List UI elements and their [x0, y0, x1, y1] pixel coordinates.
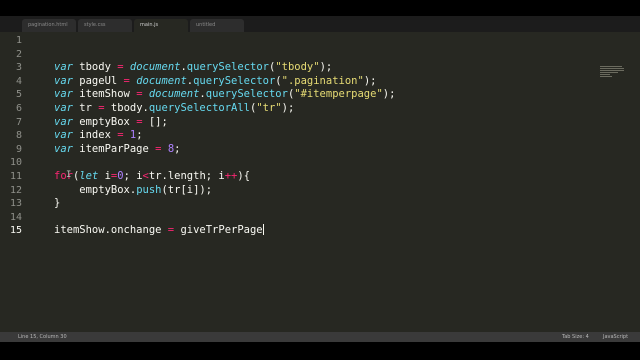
line-number-gutter: 1 2 3 4 5 6 7 8 9 10 11 12 13 14 15: [0, 32, 40, 332]
code-line-13[interactable]: }: [54, 197, 60, 211]
cursor-position: Line 15, Column 30: [18, 334, 67, 340]
line-number: 7: [15, 116, 22, 128]
line-number: 4: [15, 75, 22, 87]
code-line-9[interactable]: var itemParPage = 8;: [54, 143, 180, 157]
line-number: 1: [15, 35, 22, 46]
paren: );: [382, 88, 396, 101]
keyword-var: var: [54, 61, 73, 74]
top-letterbox: [0, 0, 640, 16]
ibeam-cursor-icon: I: [66, 170, 72, 180]
keyword-var: var: [54, 88, 73, 101]
line-number: 10: [9, 157, 22, 169]
code-line-12[interactable]: emptyBox.push(tr[i]);: [54, 184, 212, 198]
tab-untitled[interactable]: untitled: [190, 19, 244, 32]
line-number: 13: [9, 198, 22, 210]
code-text: ; i: [123, 170, 143, 182]
keyword-var: var: [54, 102, 73, 114]
code-line-15[interactable]: itemShow.onchange = giveTrPerPage: [54, 224, 264, 238]
string-literal: ".pagination": [281, 74, 364, 87]
semicolon: ;: [136, 129, 143, 142]
line-number: 11: [9, 171, 22, 182]
object-document: document: [129, 61, 181, 74]
object-document: document: [136, 74, 187, 87]
status-bar: Line 15, Column 30 Tab Size: 4 JavaScrip…: [0, 332, 640, 342]
object-document: document: [148, 88, 200, 101]
code-area[interactable]: var tbody = document.querySelector("tbod…: [54, 32, 580, 332]
string-literal: "#itemperpage": [294, 88, 383, 101]
keyword-var: var: [54, 142, 73, 155]
method-name: querySelector: [193, 74, 276, 87]
line-number: 14: [9, 211, 22, 223]
code-text: (tr[i]);: [161, 183, 213, 196]
code-line-8[interactable]: var index = 1;: [54, 129, 143, 143]
code-text: emptyBox.: [54, 183, 137, 196]
keyword-var: var: [54, 74, 73, 87]
syntax-selector[interactable]: JavaScript: [603, 332, 628, 342]
identifier: tbody.: [110, 102, 149, 114]
bottom-letterbox: [0, 342, 640, 360]
operator: =: [98, 102, 105, 114]
minimap[interactable]: [600, 66, 626, 82]
method-name: push: [136, 183, 162, 196]
tab-pagination-html[interactable]: pagination.html: [22, 19, 76, 32]
keyword-var: var: [54, 129, 73, 142]
code-editor[interactable]: 1 2 3 4 5 6 7 8 9 10 11 12 13 14 15 var …: [0, 32, 640, 332]
operator: =: [155, 142, 162, 155]
code-line-3[interactable]: var tbody = document.querySelector("tbod…: [54, 61, 332, 75]
identifier: itemShow: [72, 88, 137, 101]
code-line-6[interactable]: var tr = tbody.querySelectorAll("tr");: [54, 102, 294, 116]
tab-style-css[interactable]: style.css: [78, 19, 132, 32]
closing-brace: }: [54, 197, 61, 210]
identifier: pageUl: [72, 74, 124, 87]
identifier: tr: [72, 102, 99, 114]
method-name: querySelector: [186, 61, 269, 74]
code-text: giveTrPerPage: [174, 224, 263, 237]
identifier: emptyBox: [72, 115, 137, 128]
keyword-var: var: [54, 115, 73, 128]
string-literal: "tbody": [275, 61, 320, 74]
paren: );: [281, 102, 295, 114]
identifier: tbody: [72, 61, 118, 74]
code-line-11[interactable]: for(let i=0; i<tr.length; i++){: [54, 170, 250, 184]
paren: );: [319, 61, 333, 74]
line-number: 6: [15, 103, 22, 114]
string-literal: "tr": [256, 102, 282, 114]
identifier: index: [72, 129, 118, 142]
semicolon: ;: [174, 142, 181, 155]
text-cursor: [262, 224, 264, 236]
tab-main-js[interactable]: main.js: [134, 19, 188, 32]
array-literal: [];: [142, 115, 168, 128]
line-number: 8: [15, 130, 22, 142]
code-text: ){: [237, 170, 251, 182]
code-text: tr.length; i: [148, 170, 225, 182]
line-number: 9: [15, 143, 22, 155]
tab-bar: pagination.html style.css main.js untitl…: [0, 16, 640, 32]
code-text: itemShow.onchange: [54, 224, 168, 237]
line-number: 12: [9, 184, 22, 196]
code-line-7[interactable]: var emptyBox = [];: [54, 116, 168, 130]
operator: =: [123, 74, 130, 87]
identifier: itemParPage: [72, 142, 156, 155]
operator: =: [136, 88, 143, 101]
line-number: 3: [15, 62, 22, 74]
line-number-current: 15: [9, 225, 22, 237]
keyword-let: let: [79, 170, 99, 182]
method-name: querySelector: [205, 88, 288, 101]
line-number: 5: [15, 89, 22, 101]
operator: =: [117, 61, 124, 74]
identifier: i: [98, 170, 111, 182]
method-name: querySelectorAll: [148, 102, 251, 114]
operator: =: [117, 129, 124, 142]
code-line-5[interactable]: var itemShow = document.querySelector("#…: [54, 88, 395, 102]
paren: );: [363, 74, 377, 87]
code-line-4[interactable]: var pageUl = document.querySelector(".pa…: [54, 75, 376, 89]
line-number: 2: [15, 48, 22, 60]
tab-size-selector[interactable]: Tab Size: 4: [562, 332, 589, 342]
operator: ++: [224, 170, 238, 182]
